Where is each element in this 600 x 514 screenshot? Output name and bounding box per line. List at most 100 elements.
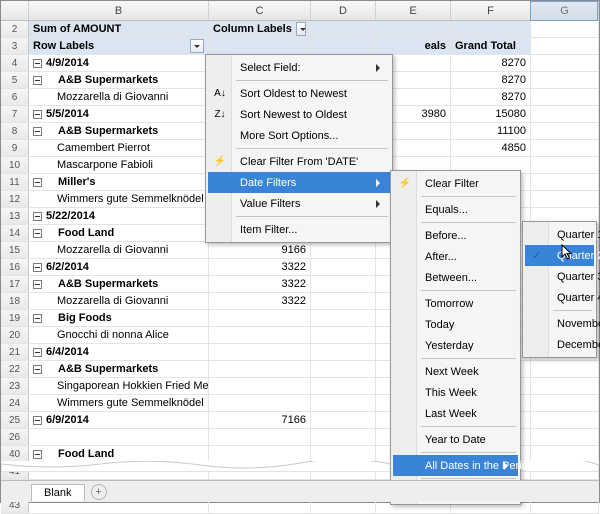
sort-oldest-item[interactable]: A↓Sort Oldest to Newest [208,83,390,104]
cell[interactable] [209,429,311,445]
cell[interactable]: Mozzarella di Giovanni [29,242,209,258]
cell[interactable] [376,21,451,37]
cell[interactable]: A&B Supermarkets [29,276,209,292]
tomorrow-item[interactable]: Tomorrow [393,293,518,314]
cell[interactable] [531,140,599,156]
row-header[interactable]: 6 [1,89,29,105]
row-header[interactable]: 10 [1,157,29,173]
row-header[interactable]: 2 [1,21,29,37]
cell[interactable]: Grand Total [451,38,531,54]
cell[interactable]: Sum of AMOUNT [29,21,209,37]
row-header[interactable]: 21 [1,344,29,360]
cell[interactable]: Column Labels [209,21,311,37]
row-header[interactable]: 7 [1,106,29,122]
row-header[interactable]: 8 [1,123,29,139]
row-header[interactable]: 14 [1,225,29,241]
cell[interactable] [311,446,376,462]
cell[interactable] [311,412,376,428]
collapse-icon[interactable] [33,59,42,68]
november-item[interactable]: November [525,313,594,334]
cell[interactable]: 7166 [209,412,311,428]
sort-newest-item[interactable]: Z↓Sort Newest to Oldest [208,104,390,125]
col-header-B[interactable]: B [29,1,209,20]
cell[interactable] [531,72,599,88]
cell[interactable]: 8270 [451,89,531,105]
cell[interactable]: 8270 [451,55,531,71]
cell[interactable] [531,174,599,190]
row-header[interactable]: 3 [1,38,29,54]
cell[interactable] [311,344,376,360]
cell[interactable]: Food Land [29,446,209,462]
cell[interactable] [311,378,376,394]
cell[interactable] [209,344,311,360]
cell[interactable] [311,21,376,37]
collapse-icon[interactable] [33,450,42,459]
quarter3-item[interactable]: Quarter 3 [525,266,594,287]
row-header[interactable]: 23 [1,378,29,394]
cell[interactable] [531,395,599,411]
collapse-icon[interactable] [33,127,42,136]
more-sort-item[interactable]: More Sort Options... [208,125,390,146]
row-header[interactable]: 25 [1,412,29,428]
row-header[interactable]: 17 [1,276,29,292]
collapse-icon[interactable] [33,280,42,289]
cell[interactable]: eals [376,38,451,54]
date-filters-item[interactable]: Date Filters [208,172,390,193]
equals-item[interactable]: Equals... [393,199,518,220]
cell[interactable] [531,157,599,173]
cell[interactable]: Singaporean Hokkien Fried Mee [29,378,209,394]
cell[interactable] [531,38,599,54]
cell[interactable] [209,361,311,377]
cell[interactable] [531,361,599,377]
cell[interactable] [451,21,531,37]
next-week-item[interactable]: Next Week [393,361,518,382]
row-header[interactable]: 5 [1,72,29,88]
cell[interactable] [311,276,376,292]
col-header-C[interactable]: C [209,1,311,20]
year-to-date-item[interactable]: Year to Date [393,429,518,450]
row-header[interactable]: 12 [1,191,29,207]
cell[interactable] [311,293,376,309]
cell[interactable]: 11100 [451,123,531,139]
between-item[interactable]: Between... [393,267,518,288]
row-header[interactable]: 9 [1,140,29,156]
cell[interactable]: A&B Supermarkets [29,123,209,139]
add-sheet-button[interactable]: + [91,484,107,500]
cell[interactable] [311,38,376,54]
collapse-icon[interactable] [33,110,42,119]
col-header-E[interactable]: E [376,1,451,20]
cell[interactable]: 9166 [209,242,311,258]
cell[interactable] [209,327,311,343]
row-labels-dropdown[interactable] [190,39,204,53]
clear-filter-item[interactable]: ⚡Clear Filter [393,173,518,194]
cell[interactable] [531,446,599,462]
cell[interactable] [531,378,599,394]
cell[interactable]: Row Labels [29,38,209,54]
cell[interactable] [531,412,599,428]
row-header[interactable]: 22 [1,361,29,377]
cell[interactable] [531,21,599,37]
cell[interactable]: A&B Supermarkets [29,72,209,88]
row-header[interactable]: 40 [1,446,29,462]
collapse-icon[interactable] [33,348,42,357]
before-item[interactable]: Before... [393,225,518,246]
quarter4-item[interactable]: Quarter 4 [525,287,594,308]
collapse-icon[interactable] [33,212,42,221]
today-item[interactable]: Today [393,314,518,335]
cell[interactable]: 5/22/2014 [29,208,209,224]
cell[interactable] [311,327,376,343]
cell[interactable]: Wimmers gute Semmelknödel [29,191,209,207]
col-header-D[interactable]: D [311,1,376,20]
cell[interactable]: A&B Supermarkets [29,361,209,377]
cell[interactable] [531,89,599,105]
cell[interactable]: Wimmers gute Semmelknödel [29,395,209,411]
cell[interactable] [531,106,599,122]
cell[interactable] [311,395,376,411]
yesterday-item[interactable]: Yesterday [393,335,518,356]
row-header[interactable]: 4 [1,55,29,71]
cell[interactable]: 15080 [451,106,531,122]
cell[interactable]: 6/4/2014 [29,344,209,360]
cell[interactable]: 3322 [209,293,311,309]
row-header[interactable]: 13 [1,208,29,224]
sheet-tab-blank[interactable]: Blank [31,484,85,501]
